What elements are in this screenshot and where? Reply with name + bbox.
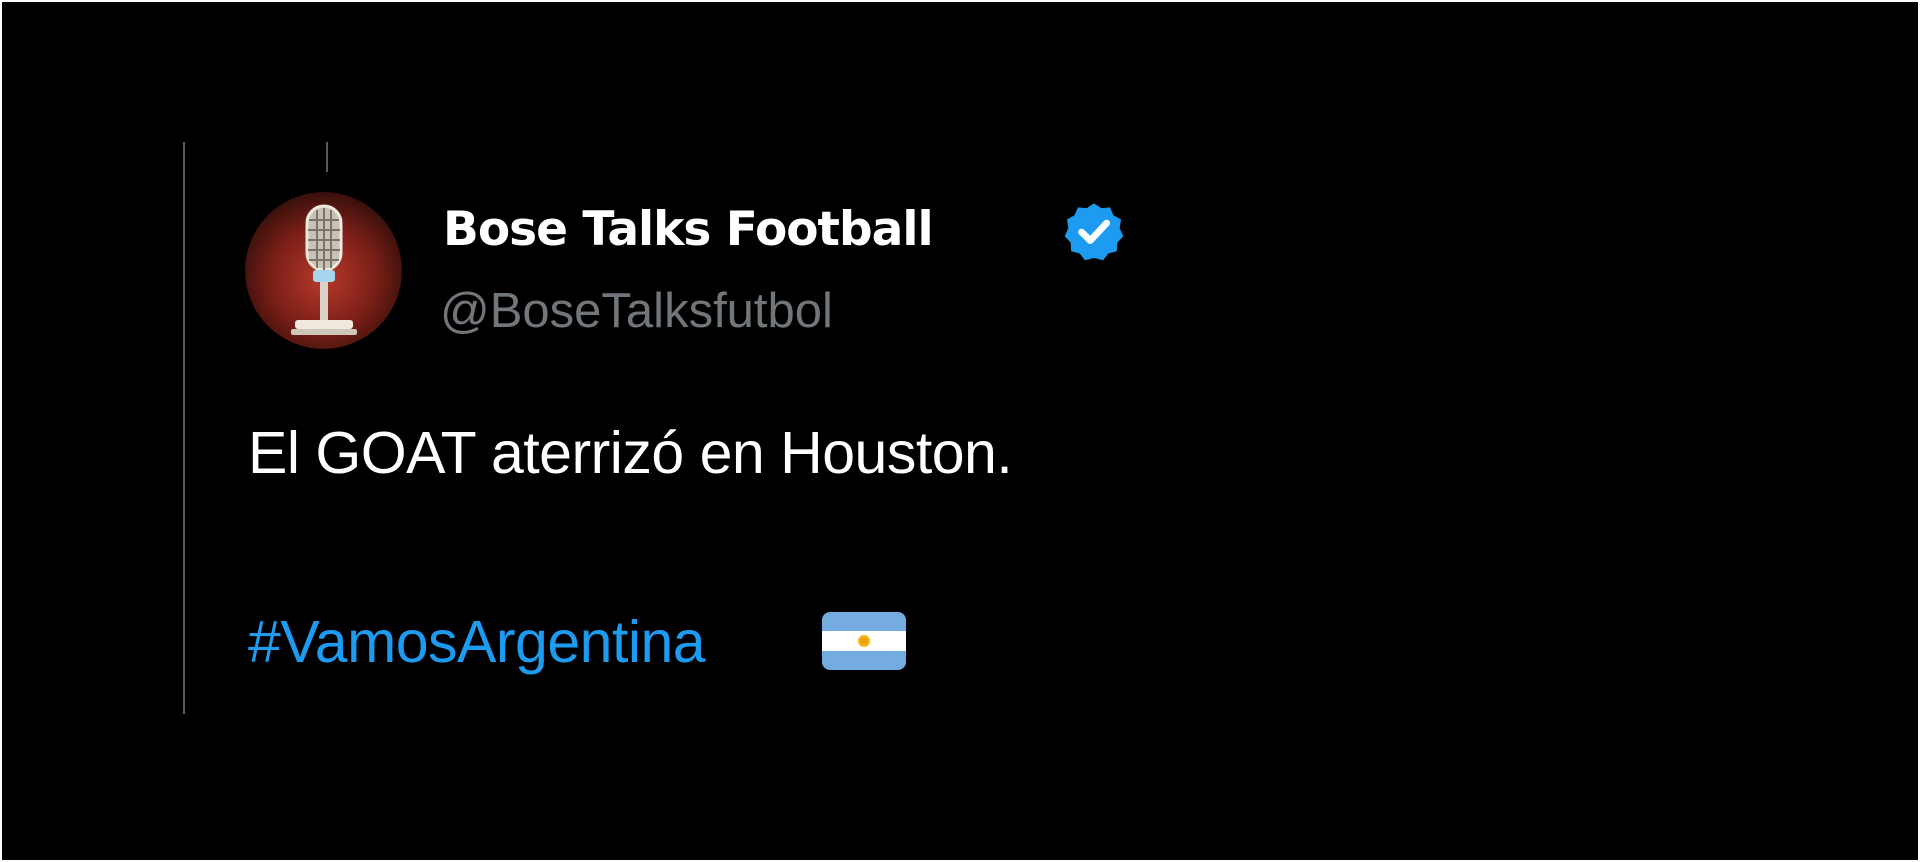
thread-connector <box>326 142 328 172</box>
microphone-icon <box>291 204 357 335</box>
argentina-flag-icon <box>822 612 906 670</box>
verified-badge-icon <box>1060 200 1128 262</box>
avatar[interactable] <box>245 192 402 349</box>
user-handle[interactable]: @BoseTalksfutbol <box>440 283 833 339</box>
quote-border <box>183 142 185 714</box>
hashtag-link[interactable]: #VamosArgentina <box>248 607 706 677</box>
display-name[interactable]: Bose Talks Football <box>443 200 934 260</box>
tweet-text: El GOAT aterrizó en Houston. <box>248 420 1013 486</box>
